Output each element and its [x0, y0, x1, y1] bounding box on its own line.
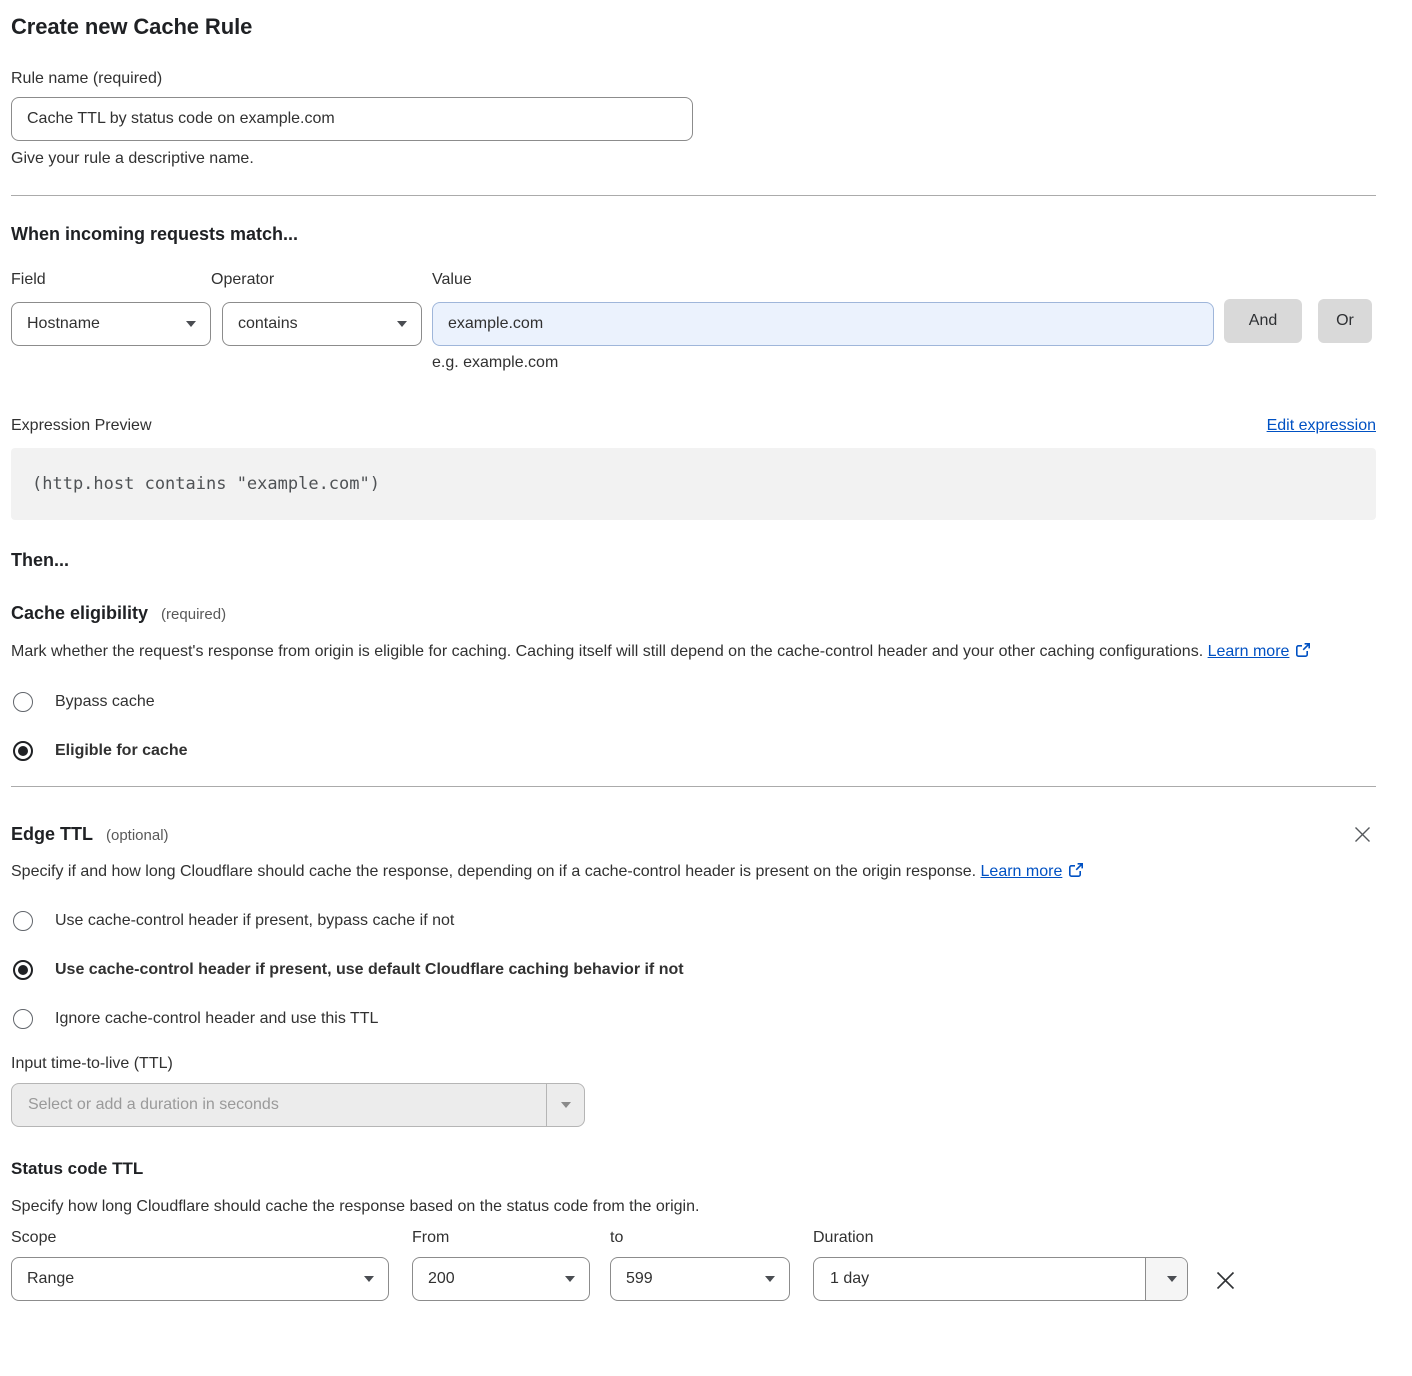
then-heading: Then... [11, 550, 1376, 571]
expression-preview-label: Expression Preview [11, 417, 152, 435]
field-label: Field [11, 271, 211, 289]
remove-row-icon[interactable] [1212, 1267, 1238, 1293]
cache-eligibility-description: Mark whether the request's response from… [11, 638, 1376, 668]
radio-icon-checked [13, 960, 33, 980]
edge-ttl-title: Edge TTL [11, 824, 93, 845]
radio-use-header-default[interactable]: Use cache-control header if present, use… [11, 960, 1376, 980]
radio-label: Use cache-control header if present, use… [55, 961, 684, 979]
value-input[interactable]: example.com [432, 302, 1214, 346]
create-cache-rule-form: Create new Cache Rule Rule name (require… [0, 0, 1412, 1331]
and-column: And [1214, 271, 1302, 343]
edge-ttl-header: Edge TTL (optional) [11, 822, 1376, 846]
scope-select[interactable]: Range [11, 1257, 389, 1301]
expression-code-block: (http.host contains "example.com") [11, 448, 1376, 520]
radio-eligible-for-cache[interactable]: Eligible for cache [11, 741, 1376, 761]
operator-select[interactable]: contains [222, 302, 422, 346]
section-divider [11, 195, 1376, 196]
radio-icon [13, 692, 33, 712]
to-label: to [610, 1229, 790, 1247]
expression-code: (http.host contains "example.com") [32, 474, 380, 494]
chevron-down-icon [186, 321, 196, 327]
radio-label: Eligible for cache [55, 742, 187, 760]
scope-select-value: Range [27, 1270, 74, 1288]
ttl-input-label: Input time-to-live (TTL) [11, 1055, 1376, 1073]
chevron-down-icon [765, 1276, 775, 1282]
operator-column: Operator contains [211, 271, 422, 346]
ttl-duration-placeholder: Select or add a duration in seconds [12, 1084, 546, 1126]
radio-label: Ignore cache-control header and use this… [55, 1010, 378, 1028]
close-icon[interactable] [1350, 822, 1374, 846]
to-select[interactable]: 599 [610, 1257, 790, 1301]
ttl-duration-dropdown-button[interactable] [546, 1084, 584, 1126]
cache-eligibility-header: Cache eligibility (required) [11, 603, 1376, 624]
status-code-ttl-row: Scope Range From 200 to 599 Duration 1 d… [11, 1229, 1376, 1301]
spacer [1302, 271, 1372, 299]
status-code-ttl-heading: Status code TTL [11, 1159, 1376, 1179]
section-divider [11, 786, 1376, 787]
radio-icon [13, 911, 33, 931]
external-link-icon [1068, 860, 1084, 888]
rule-name-help: Give your rule a descriptive name. [11, 150, 1376, 168]
cache-eligibility-title: Cache eligibility [11, 603, 148, 624]
scope-label: Scope [11, 1229, 389, 1247]
value-input-value: example.com [448, 315, 543, 333]
or-button[interactable]: Or [1318, 299, 1372, 343]
operator-select-value: contains [238, 315, 298, 333]
scope-column: Scope Range [11, 1229, 389, 1301]
value-help: e.g. example.com [432, 354, 1214, 372]
external-link-icon [1295, 640, 1311, 668]
value-label: Value [432, 271, 1214, 289]
edit-expression-link[interactable]: Edit expression [1267, 417, 1376, 435]
duration-select[interactable]: 1 day [813, 1257, 1188, 1301]
rule-name-value: Cache TTL by status code on example.com [27, 110, 335, 128]
chevron-down-icon [565, 1276, 575, 1282]
or-column: Or [1302, 271, 1372, 343]
edge-ttl-description-text: Specify if and how long Cloudflare shoul… [11, 863, 976, 880]
and-button[interactable]: And [1224, 299, 1302, 343]
spacer [1214, 271, 1302, 299]
match-heading: When incoming requests match... [11, 224, 1376, 245]
radio-label: Use cache-control header if present, byp… [55, 912, 454, 930]
duration-dropdown-button[interactable] [1145, 1258, 1187, 1300]
chevron-down-icon [1167, 1276, 1177, 1282]
edge-ttl-learn-more-link[interactable]: Learn more [981, 863, 1063, 880]
duration-column: Duration 1 day [813, 1229, 1188, 1301]
from-select[interactable]: 200 [412, 1257, 590, 1301]
expression-preview-row: Expression Preview Edit expression [11, 417, 1376, 435]
chevron-down-icon [364, 1276, 374, 1282]
match-row: Field Hostname Operator contains Value e… [11, 271, 1376, 372]
duration-select-value: 1 day [814, 1258, 1145, 1300]
value-column: Value example.com e.g. example.com [432, 271, 1214, 372]
from-label: From [412, 1229, 590, 1247]
operator-label: Operator [211, 271, 422, 289]
radio-label: Bypass cache [55, 693, 155, 711]
edge-ttl-description: Specify if and how long Cloudflare shoul… [11, 858, 1131, 888]
rule-name-input[interactable]: Cache TTL by status code on example.com [11, 97, 693, 141]
required-tag: (required) [161, 606, 226, 623]
radio-icon [13, 1009, 33, 1029]
field-select[interactable]: Hostname [11, 302, 211, 346]
field-select-value: Hostname [27, 315, 100, 333]
radio-bypass-cache[interactable]: Bypass cache [11, 692, 1376, 712]
to-column: to 599 [610, 1229, 790, 1301]
duration-label: Duration [813, 1229, 1188, 1247]
to-select-value: 599 [626, 1270, 653, 1288]
rule-name-label: Rule name (required) [11, 70, 1376, 88]
page-title: Create new Cache Rule [11, 14, 1376, 40]
from-column: From 200 [412, 1229, 590, 1301]
radio-icon-checked [13, 741, 33, 761]
chevron-down-icon [561, 1102, 571, 1108]
optional-tag: (optional) [106, 827, 169, 844]
from-select-value: 200 [428, 1270, 455, 1288]
radio-use-header-bypass[interactable]: Use cache-control header if present, byp… [11, 911, 1376, 931]
status-code-ttl-description: Specify how long Cloudflare should cache… [11, 1193, 1376, 1221]
ttl-duration-select[interactable]: Select or add a duration in seconds [11, 1083, 585, 1127]
field-column: Field Hostname [11, 271, 211, 346]
cache-eligibility-learn-more-link[interactable]: Learn more [1208, 643, 1290, 660]
chevron-down-icon [397, 321, 407, 327]
cache-eligibility-description-text: Mark whether the request's response from… [11, 643, 1203, 660]
radio-ignore-header[interactable]: Ignore cache-control header and use this… [11, 1009, 1376, 1029]
rule-name-group: Rule name (required) Cache TTL by status… [11, 70, 1376, 168]
